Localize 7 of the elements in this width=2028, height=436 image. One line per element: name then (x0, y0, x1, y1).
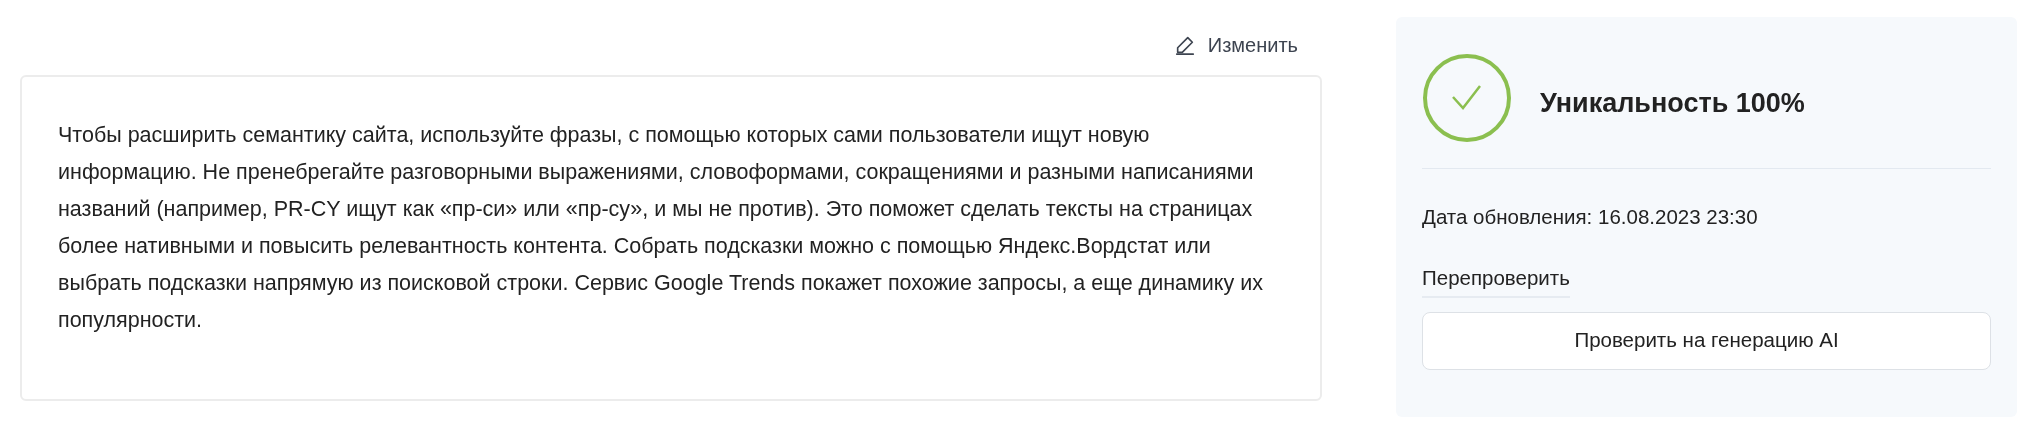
edit-link[interactable]: Изменить (1173, 30, 1298, 60)
recheck-link[interactable]: Перепроверить (1422, 262, 1570, 298)
ai-check-button[interactable]: Проверить на генерацию AI (1422, 311, 1991, 370)
update-date: Дата обновления: 16.08.2023 23:30 (1422, 204, 1759, 230)
pencil-icon (1173, 34, 1196, 56)
paragraph: Чтобы расширить семантику сайта, используйте фразы, с помощью которых сами пользователи ищут новую информацию. Не пренебрегайте разговорными выражениями, словоформами, сокращениями и разными написаниями названий (например, PR-CY ищут как «пр-си» или «пр-су», и мы не против). Это поможет сделать тексты на страницах более нативными и повысить релевантность контента. Собрать подсказки можно с помощью Яндекс.Вордстат или выбрать подсказки напрямую из поисковой строки. Сервис Google Trends покажет похожие запросы, а еще динамику их популярности. (58, 122, 1264, 334)
uniqueness-title: Уникальность 100% (1540, 86, 1805, 120)
